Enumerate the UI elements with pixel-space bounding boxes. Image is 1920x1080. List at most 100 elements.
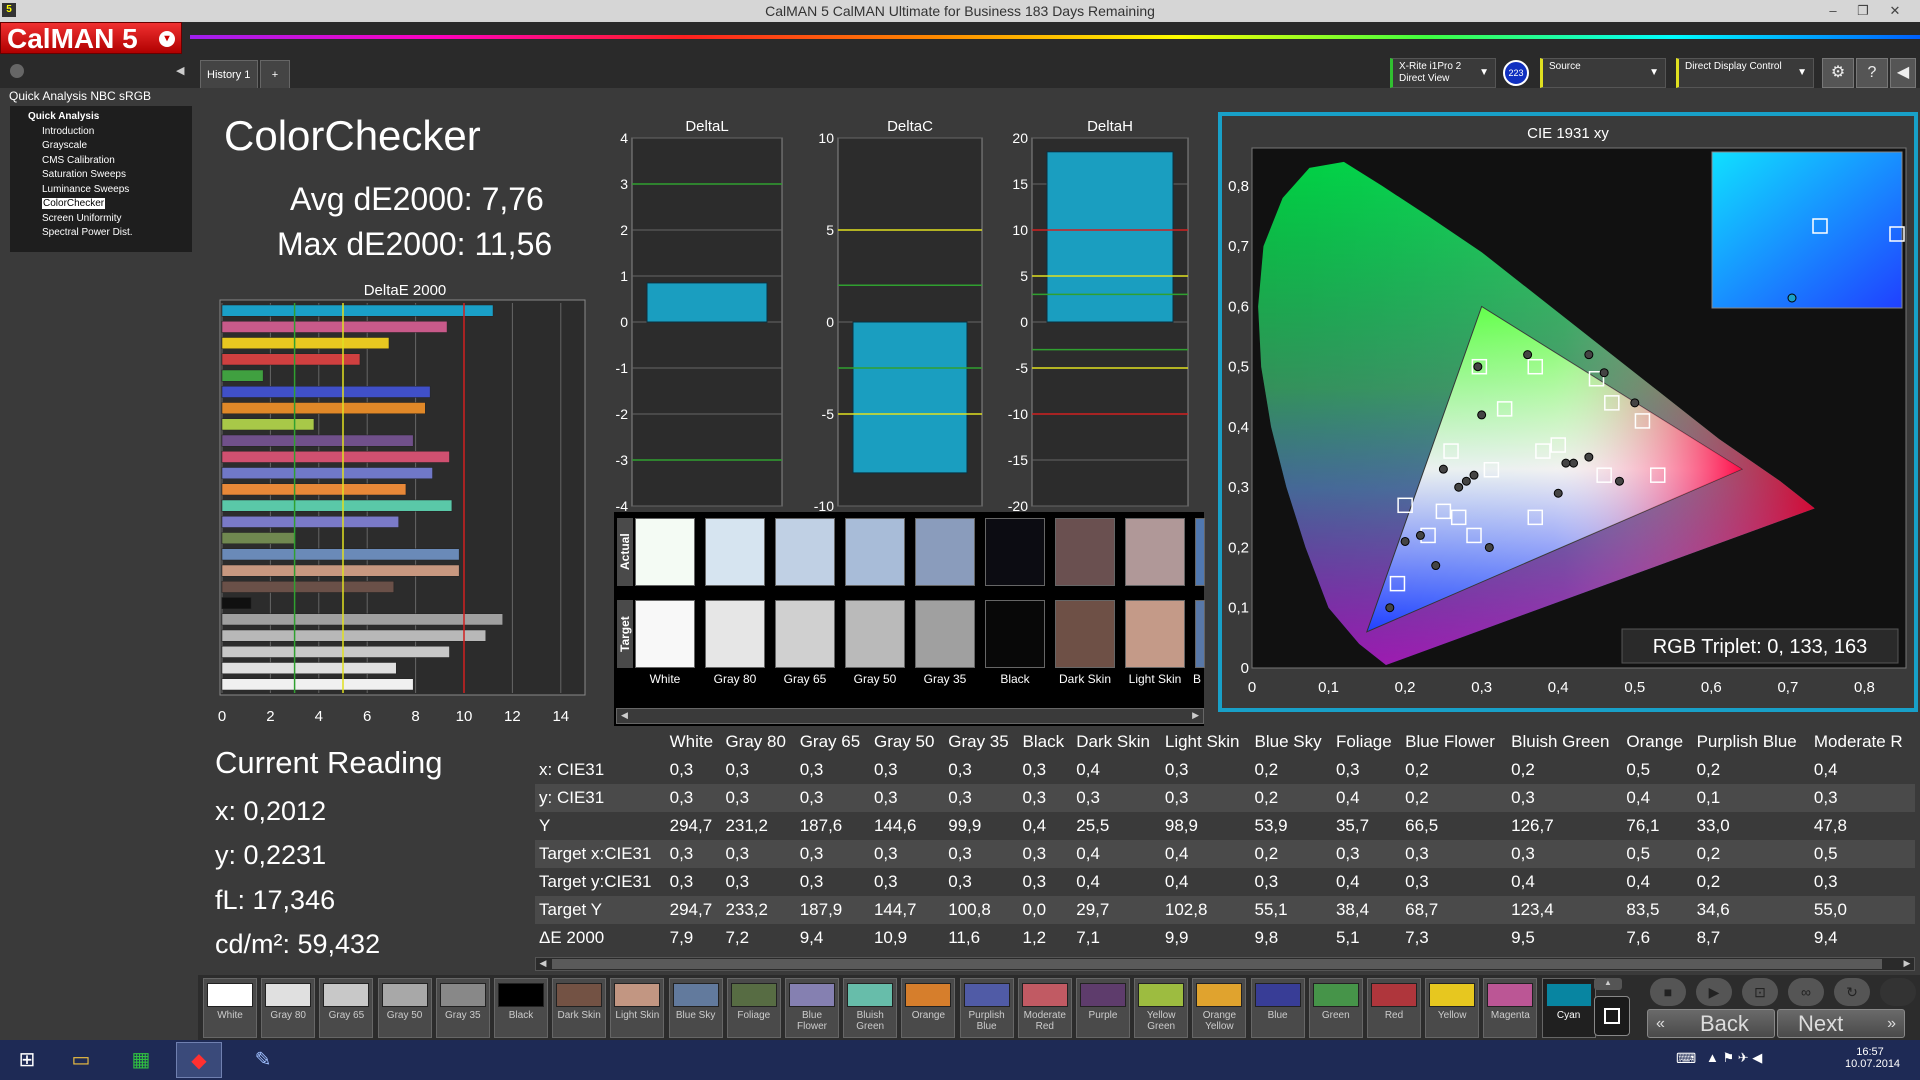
table-scrollbar[interactable]: ◀ ▶ [535,957,1915,971]
stop-reading-button[interactable] [1594,996,1630,1036]
patch-label: Light Skin [1128,672,1182,686]
clock[interactable]: 16:57 10.07.2014 [1845,1046,1900,1070]
table-cell: 0,3 [1022,760,1047,779]
scroll-right-icon[interactable]: ▶ [1192,710,1199,721]
table-cell: 0,3 [665,840,722,868]
meter-select[interactable]: X-Rite i1Pro 2 Direct View ▼ [1390,58,1496,88]
meter-label: X-Rite i1Pro 2 Direct View [1399,61,1462,84]
nav-item-cms-calibration[interactable]: CMS Calibration [10,154,192,169]
swatch-button[interactable]: Purplish Blue [959,978,1014,1038]
close-icon[interactable]: ✕ [1880,0,1910,22]
nav-item-introduction[interactable]: Introduction [10,125,192,140]
table-cell: 0,3 [795,784,870,812]
settings-gear-icon[interactable]: ⚙ [1822,58,1854,88]
nav-item-screen-uniformity[interactable]: Screen Uniformity [10,212,192,227]
swatch-button[interactable]: Light Skin [610,978,665,1038]
display-select[interactable]: Direct Display Control ▼ [1676,58,1814,88]
table-cell: 7,2 [725,928,750,947]
collapse-left-icon[interactable]: ◀ [176,64,190,78]
refresh-icon[interactable]: ↻ [1834,978,1870,1006]
table-cell: 144,7 [869,896,945,924]
swatch-button[interactable]: Cyan [1541,978,1596,1038]
y-tick-label: 2 [620,222,628,238]
app-logo[interactable]: CalMAN 5 ▾ [0,22,182,54]
loop-icon[interactable]: ∞ [1788,978,1824,1006]
nav-item-colorchecker[interactable]: ColorChecker [10,197,192,212]
swatch-button[interactable]: Bluish Green [843,978,898,1038]
patch-scrollbar[interactable]: ◀ ▶ [616,708,1204,724]
swatch-button[interactable]: Black [494,978,548,1038]
nav-item-luminance-sweeps[interactable]: Luminance Sweeps [10,183,192,198]
file-explorer-icon[interactable]: ▭ [58,1042,104,1078]
swatch-button[interactable]: Red [1367,978,1421,1038]
workflow-name: Quick Analysis NBC sRGB [9,89,152,103]
swatch-button[interactable]: Yellow Green [1134,978,1189,1038]
meter-badge[interactable]: 223 [1503,60,1529,86]
paint-icon[interactable]: ✎ [240,1042,286,1078]
table-cell: 1,2 [1022,928,1047,947]
nav-item-spectral-power[interactable]: Spectral Power Dist. [10,226,192,241]
swatch-button[interactable]: Purple [1076,978,1130,1038]
table-cell: 0,3 [721,784,796,812]
help-icon[interactable]: ? [1856,58,1888,88]
swatch-button[interactable]: Green [1308,978,1363,1038]
swatch-label: Orange Yellow [1202,1010,1237,1032]
scroll-left-icon[interactable]: ◀ [621,710,628,721]
table-cell: 0,3 [1072,784,1161,812]
swatch-button[interactable]: Magenta [1483,978,1538,1038]
swatch-button[interactable]: Gray 50 [377,978,432,1038]
next-button[interactable]: Next » [1777,1009,1905,1038]
store-icon[interactable]: ▦ [118,1042,164,1078]
eject-icon[interactable]: ▲ [1594,978,1622,990]
swatch-label: Bluish Green [856,1010,885,1032]
swatch-button[interactable]: White [203,978,257,1038]
swatch-button[interactable]: Blue [1250,978,1305,1038]
swatch-button[interactable]: Gray 35 [435,978,490,1038]
workflow-menu-icon[interactable] [10,64,24,78]
keyboard-icon[interactable]: ⌨ [1676,1050,1696,1067]
swatch-button[interactable]: Blue Sky [668,978,723,1038]
tab-history[interactable]: History 1 [200,60,258,88]
table-cell: 0,4 [1813,760,1838,779]
table-cell: 187,6 [799,816,843,835]
swatch-button[interactable]: Yellow [1425,978,1480,1038]
table-cell: 66,5 [1405,816,1439,835]
swatch-button[interactable]: Orange [901,978,956,1038]
restore-icon[interactable]: ❐ [1848,0,1878,22]
scroll-right-icon[interactable]: ▶ [1900,958,1914,970]
row-actual-text: Actual [618,533,632,570]
nav-item-grayscale[interactable]: Grayscale [10,139,192,154]
record-icon[interactable]: ⊡ [1742,978,1778,1006]
swatch-button[interactable]: Dark Skin [552,978,607,1038]
nav-section[interactable]: Quick Analysis [10,110,192,125]
add-tab-button[interactable]: + [260,60,290,88]
swatch-button[interactable]: Blue Flower [785,978,839,1038]
swatch-button[interactable]: Gray 65 [319,978,374,1038]
patch-label: Gray 35 [923,672,967,686]
scroll-thumb[interactable] [552,959,1882,969]
collapse-right-icon[interactable]: ◀ [1890,58,1916,88]
y-tick-label: -5 [822,406,835,422]
table-cell: 0,3 [1401,840,1508,868]
swatch-button[interactable]: Foliage [726,978,781,1038]
stop-icon[interactable]: ■ [1650,978,1686,1006]
tray-icons[interactable]: ▲ ⚑ ✈ ◀ [1706,1050,1762,1066]
play-icon[interactable]: ▶ [1696,978,1732,1006]
swatch-button[interactable]: Moderate Red [1017,978,1072,1038]
windows-start-icon[interactable]: ⊞ [4,1042,50,1078]
swatch-label: Purple [1088,1010,1118,1021]
back-button[interactable]: « Back [1647,1009,1775,1038]
source-select[interactable]: Source ▼ [1540,58,1666,88]
nav-item-saturation-sweeps[interactable]: Saturation Sweeps [10,168,192,183]
chevron-down-icon[interactable]: ▾ [159,31,175,47]
swatch-button[interactable]: Gray 80 [261,978,316,1038]
nav-section-label: Quick Analysis [28,111,100,122]
table-cell: 53,9 [1254,816,1288,835]
calman-taskbar-icon[interactable]: ◆ [176,1042,222,1078]
table-cell: y: CIE31 [535,784,666,812]
scroll-left-icon[interactable]: ◀ [536,958,550,970]
patch-panel [614,512,1204,726]
cie-chart: CIE 1931 xy 0 0,1 0,2 0,3 0,4 0,5 0,6 0,7 0,8 0 0,… [1228,125,1907,696]
swatch-button[interactable]: Orange Yellow [1192,978,1247,1038]
minimize-icon[interactable]: – [1818,0,1848,22]
